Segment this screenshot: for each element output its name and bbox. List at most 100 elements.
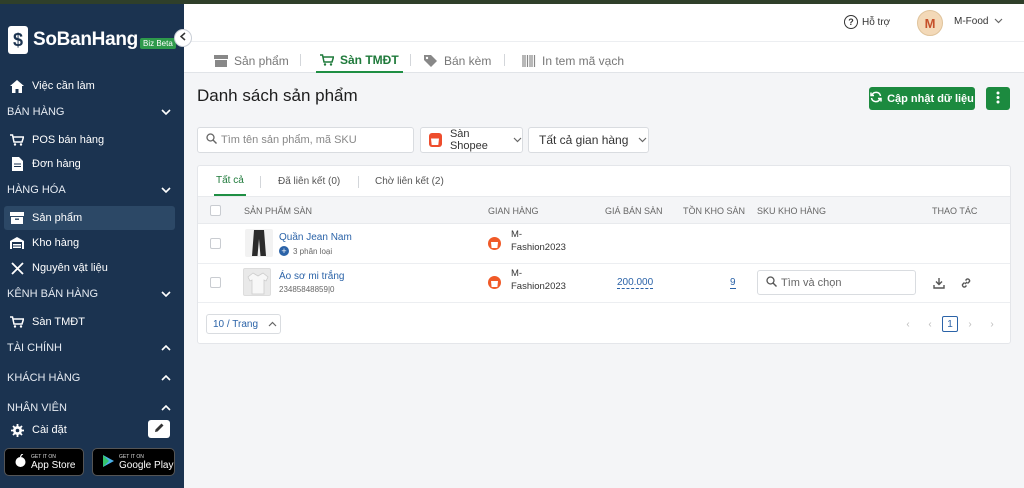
sku-input[interactable] — [781, 276, 906, 289]
col-actions: THAO TÁC — [932, 206, 978, 216]
box-icon — [10, 211, 24, 225]
store-select-value: Tất cả gian hàng — [539, 133, 629, 147]
link-icon[interactable] — [959, 276, 973, 290]
first-page-button[interactable]: ‹ — [900, 316, 916, 332]
pencil-icon — [154, 422, 165, 436]
row-checkbox[interactable] — [210, 238, 221, 249]
page-number-current[interactable]: 1 — [942, 316, 958, 332]
sku-search[interactable] — [757, 270, 916, 295]
section-customers[interactable]: KHÁCH HÀNG — [7, 370, 172, 386]
tab-barcode[interactable]: In tem mã vạch — [522, 48, 624, 73]
sidebar-item-orders[interactable]: Đơn hàng — [4, 152, 175, 176]
variant-label: 3 phân loại — [293, 246, 333, 256]
store-name: Google Play — [119, 459, 174, 471]
tab-products[interactable]: Sản phẩm — [214, 48, 289, 73]
product-id: 23485848859|0 — [279, 285, 335, 294]
store-select[interactable]: Tất cả gian hàng — [528, 127, 649, 153]
store-name-cell: M- Fashion2023 — [511, 228, 571, 254]
section-label: HÀNG HÓA — [7, 184, 66, 196]
brand-logo[interactable]: $ SoBanHang Biz Beta — [8, 26, 176, 54]
question-icon: ? — [844, 15, 858, 29]
stock-value[interactable]: 9 — [730, 277, 736, 289]
page-size-value: 10 / Trang — [213, 318, 259, 330]
shopee-icon — [488, 276, 501, 289]
product-name[interactable]: Quần Jean Nam — [279, 232, 352, 243]
update-data-button[interactable]: Cập nhật dữ liệu — [869, 87, 975, 110]
warehouse-icon — [10, 236, 24, 250]
help-link[interactable]: ? Hỗ trợ — [844, 15, 890, 29]
user-name: M-Food — [954, 16, 989, 27]
section-sales[interactable]: BÁN HÀNG — [7, 104, 172, 120]
price-value[interactable]: 200.000 — [617, 277, 654, 289]
col-product: SẢN PHẨM SÀN — [244, 206, 313, 216]
cart-icon — [10, 315, 24, 329]
sidebar-item-label: Sàn TMĐT — [32, 316, 85, 328]
tab-label: In tem mã vạch — [542, 53, 625, 68]
channel-select-value: Sàn Shopee — [449, 128, 488, 152]
sidebar-item-label: Sản phẩm — [32, 212, 83, 224]
search-input[interactable] — [221, 134, 401, 146]
last-page-button[interactable]: › — [984, 316, 1000, 332]
table-row[interactable]: Áo sơ mi trắng 23485848859|0 M- Fashion2… — [198, 264, 1010, 303]
tab-label: Sàn TMĐT — [340, 52, 399, 67]
gear-icon — [10, 423, 24, 437]
product-search[interactable] — [197, 127, 414, 153]
shopee-icon — [488, 237, 501, 250]
store-name-line: Fashion2023 — [511, 242, 566, 253]
sidebar-item-todo[interactable]: Việc cần làm — [4, 74, 175, 98]
utensils-icon — [10, 261, 24, 275]
subtab-pending[interactable]: Chờ liên kết (2) — [375, 166, 444, 196]
sidebar-item-materials[interactable]: Nguyên vật liệu — [4, 256, 175, 280]
chevron-down-icon — [160, 184, 172, 196]
col-stock: TỒN KHO SÀN — [683, 206, 746, 216]
subtab-all[interactable]: Tất cả — [214, 166, 246, 196]
product-thumbnail[interactable] — [243, 268, 271, 296]
subtab-linked[interactable]: Đã liên kết (0) — [278, 166, 340, 196]
sidebar-item-warehouse[interactable]: Kho hàng — [4, 231, 175, 255]
section-goods[interactable]: HÀNG HÓA — [7, 182, 172, 198]
play-icon — [103, 454, 114, 470]
sidebar: $ SoBanHang Biz Beta Việc cần làm BÁN HÀ… — [0, 4, 184, 488]
chevron-down-icon — [994, 16, 1003, 27]
select-all-checkbox[interactable] — [210, 205, 221, 216]
sidebar-collapse-button[interactable] — [174, 29, 192, 47]
product-name[interactable]: Áo sơ mi trắng — [279, 271, 344, 282]
channel-select[interactable]: Sàn Shopee — [420, 127, 523, 153]
edit-menu-button[interactable] — [148, 420, 170, 438]
sidebar-item-label: Nguyên vật liệu — [32, 262, 108, 274]
section-channels[interactable]: KÊNH BÁN HÀNG — [7, 286, 172, 302]
variant-count[interactable]: + 3 phân loại — [279, 246, 332, 256]
more-options-button[interactable] — [986, 87, 1010, 110]
google-play-button[interactable]: GET IT ON Google Play — [92, 448, 175, 476]
next-page-button[interactable]: › — [962, 316, 978, 332]
section-staff[interactable]: NHÂN VIÊN — [7, 400, 172, 416]
sidebar-item-products[interactable]: Sản phẩm — [4, 206, 175, 230]
sidebar-item-pos[interactable]: POS bán hàng — [4, 128, 175, 152]
page-size-select[interactable]: 10 / Trang — [206, 314, 281, 334]
section-finance[interactable]: TÀI CHÍNH — [7, 340, 172, 356]
update-label: Cập nhật dữ liệu — [887, 92, 974, 105]
top-header: ? Hỗ trợ M M-Food — [184, 4, 1024, 42]
brand-name: SoBanHang — [33, 29, 138, 50]
sidebar-item-settings[interactable]: Cài đặt — [4, 418, 144, 442]
user-menu[interactable]: M-Food — [954, 16, 1003, 27]
tab-ecommerce[interactable]: Sàn TMĐT — [316, 48, 403, 73]
tab-label: Sản phẩm — [234, 53, 289, 68]
subtab-divider — [358, 176, 359, 188]
store-name: App Store — [31, 459, 76, 471]
product-thumbnail[interactable] — [245, 229, 273, 257]
search-icon — [766, 275, 777, 290]
row-checkbox[interactable] — [210, 277, 221, 288]
sidebar-item-ecommerce[interactable]: Sàn TMĐT — [4, 310, 175, 334]
avatar[interactable]: M — [917, 10, 943, 36]
table-header: SẢN PHẨM SÀN GIAN HÀNG GIÁ BÁN SÀN TỒN K… — [198, 196, 1010, 224]
download-icon[interactable] — [932, 276, 946, 290]
cart-icon — [320, 53, 334, 66]
store-name-line: M- — [511, 229, 523, 240]
app-store-button[interactable]: GET IT ON App Store — [4, 448, 84, 476]
tab-bundles[interactable]: Bán kèm — [424, 48, 491, 73]
section-label: KHÁCH HÀNG — [7, 372, 81, 384]
help-label: Hỗ trợ — [862, 16, 891, 28]
table-row[interactable]: Quần Jean Nam + 3 phân loại M- Fashion20… — [198, 225, 1010, 264]
prev-page-button[interactable]: ‹ — [922, 316, 938, 332]
